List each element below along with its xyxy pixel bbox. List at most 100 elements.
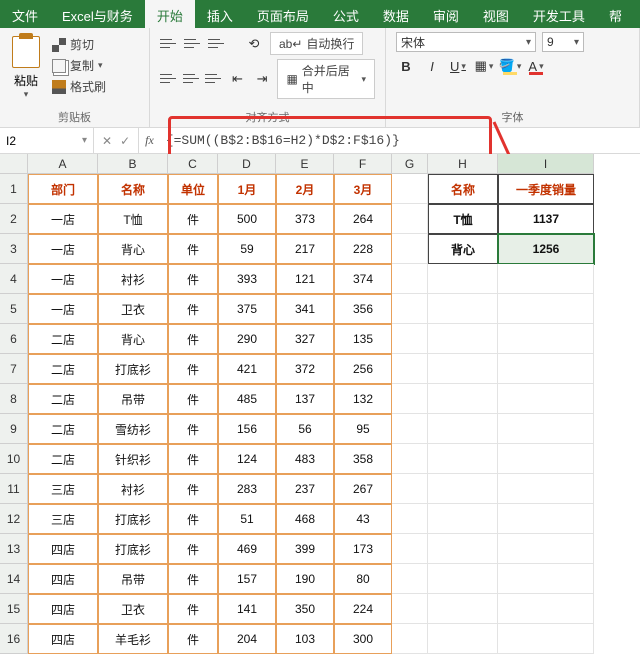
- tab-layout[interactable]: 页面布局: [245, 0, 321, 28]
- cell-B8[interactable]: 吊带: [98, 384, 168, 414]
- cell-G11[interactable]: [392, 474, 428, 504]
- cancel-icon[interactable]: ✕: [102, 134, 112, 148]
- cell-E9[interactable]: 56: [276, 414, 334, 444]
- cell-D12[interactable]: 51: [218, 504, 276, 534]
- col-header-D[interactable]: D: [218, 154, 276, 174]
- row-header-5[interactable]: 5: [0, 294, 28, 324]
- cell-I1[interactable]: 一季度销量: [498, 174, 594, 204]
- row-header-11[interactable]: 11: [0, 474, 28, 504]
- cell-C4[interactable]: 件: [168, 264, 218, 294]
- cell-H1[interactable]: 名称: [428, 174, 498, 204]
- cell-G14[interactable]: [392, 564, 428, 594]
- cell-E16[interactable]: 103: [276, 624, 334, 654]
- cell-C1[interactable]: 单位: [168, 174, 218, 204]
- cell-D7[interactable]: 421: [218, 354, 276, 384]
- cell-H14[interactable]: [428, 564, 498, 594]
- tab-excel-finance[interactable]: Excel与财务: [50, 0, 145, 28]
- cell-B16[interactable]: 羊毛衫: [98, 624, 168, 654]
- cell-H2[interactable]: T恤: [428, 204, 498, 234]
- cell-A1[interactable]: 部门: [28, 174, 98, 204]
- cell-G5[interactable]: [392, 294, 428, 324]
- font-size-select[interactable]: 9: [542, 32, 584, 52]
- cell-G4[interactable]: [392, 264, 428, 294]
- cell-H13[interactable]: [428, 534, 498, 564]
- cell-F7[interactable]: 256: [334, 354, 392, 384]
- tab-view[interactable]: 视图: [471, 0, 521, 28]
- col-header-A[interactable]: A: [28, 154, 98, 174]
- cell-C15[interactable]: 件: [168, 594, 218, 624]
- cell-B4[interactable]: 衬衫: [98, 264, 168, 294]
- font-color-button[interactable]: A: [526, 56, 546, 76]
- cell-E4[interactable]: 121: [276, 264, 334, 294]
- cell-B13[interactable]: 打底衫: [98, 534, 168, 564]
- cell-A5[interactable]: 一店: [28, 294, 98, 324]
- tab-insert[interactable]: 插入: [195, 0, 245, 28]
- cell-H10[interactable]: [428, 444, 498, 474]
- tab-formulas[interactable]: 公式: [321, 0, 371, 28]
- cell-C12[interactable]: 件: [168, 504, 218, 534]
- cell-A15[interactable]: 四店: [28, 594, 98, 624]
- cell-F5[interactable]: 356: [334, 294, 392, 324]
- cell-A13[interactable]: 四店: [28, 534, 98, 564]
- cell-E11[interactable]: 237: [276, 474, 334, 504]
- cell-E2[interactable]: 373: [276, 204, 334, 234]
- tab-file[interactable]: 文件: [0, 0, 50, 28]
- row-header-2[interactable]: 2: [0, 204, 28, 234]
- row-header-3[interactable]: 3: [0, 234, 28, 264]
- row-header-10[interactable]: 10: [0, 444, 28, 474]
- cell-E15[interactable]: 350: [276, 594, 334, 624]
- cell-F8[interactable]: 132: [334, 384, 392, 414]
- align-center-icon[interactable]: [183, 72, 200, 86]
- select-all-corner[interactable]: [0, 154, 28, 174]
- cell-H16[interactable]: [428, 624, 498, 654]
- font-name-select[interactable]: 宋体: [396, 32, 536, 52]
- row-header-12[interactable]: 12: [0, 504, 28, 534]
- cell-D15[interactable]: 141: [218, 594, 276, 624]
- cell-H8[interactable]: [428, 384, 498, 414]
- cell-H4[interactable]: [428, 264, 498, 294]
- col-header-F[interactable]: F: [334, 154, 392, 174]
- cell-B3[interactable]: 背心: [98, 234, 168, 264]
- cell-A8[interactable]: 二店: [28, 384, 98, 414]
- row-header-9[interactable]: 9: [0, 414, 28, 444]
- cell-D10[interactable]: 124: [218, 444, 276, 474]
- cell-H15[interactable]: [428, 594, 498, 624]
- cell-B14[interactable]: 吊带: [98, 564, 168, 594]
- borders-button[interactable]: ▦: [474, 56, 494, 76]
- cell-I13[interactable]: [498, 534, 594, 564]
- cell-A12[interactable]: 三店: [28, 504, 98, 534]
- cell-C7[interactable]: 件: [168, 354, 218, 384]
- cell-D16[interactable]: 204: [218, 624, 276, 654]
- cell-C8[interactable]: 件: [168, 384, 218, 414]
- row-header-8[interactable]: 8: [0, 384, 28, 414]
- cell-B12[interactable]: 打底衫: [98, 504, 168, 534]
- row-header-4[interactable]: 4: [0, 264, 28, 294]
- cell-A7[interactable]: 二店: [28, 354, 98, 384]
- indent-inc-icon[interactable]: ⇥: [253, 69, 272, 89]
- cell-I11[interactable]: [498, 474, 594, 504]
- cell-I2[interactable]: 1137: [498, 204, 594, 234]
- cell-F4[interactable]: 374: [334, 264, 392, 294]
- cell-A14[interactable]: 四店: [28, 564, 98, 594]
- cell-C14[interactable]: 件: [168, 564, 218, 594]
- cell-A11[interactable]: 三店: [28, 474, 98, 504]
- cell-F2[interactable]: 264: [334, 204, 392, 234]
- cell-A3[interactable]: 一店: [28, 234, 98, 264]
- cell-H6[interactable]: [428, 324, 498, 354]
- cell-C11[interactable]: 件: [168, 474, 218, 504]
- align-left-icon[interactable]: [160, 72, 177, 86]
- cell-I4[interactable]: [498, 264, 594, 294]
- cell-B9[interactable]: 雪纺衫: [98, 414, 168, 444]
- copy-button[interactable]: 复制▾: [52, 57, 106, 74]
- cell-B5[interactable]: 卫衣: [98, 294, 168, 324]
- cell-F14[interactable]: 80: [334, 564, 392, 594]
- cell-G2[interactable]: [392, 204, 428, 234]
- cell-B15[interactable]: 卫衣: [98, 594, 168, 624]
- cell-E14[interactable]: 190: [276, 564, 334, 594]
- align-right-icon[interactable]: [205, 72, 222, 86]
- cell-F3[interactable]: 228: [334, 234, 392, 264]
- cell-D5[interactable]: 375: [218, 294, 276, 324]
- merge-center-button[interactable]: ▦ 合并后居中: [277, 59, 375, 99]
- cell-I3[interactable]: 1256: [498, 234, 594, 264]
- cell-I5[interactable]: [498, 294, 594, 324]
